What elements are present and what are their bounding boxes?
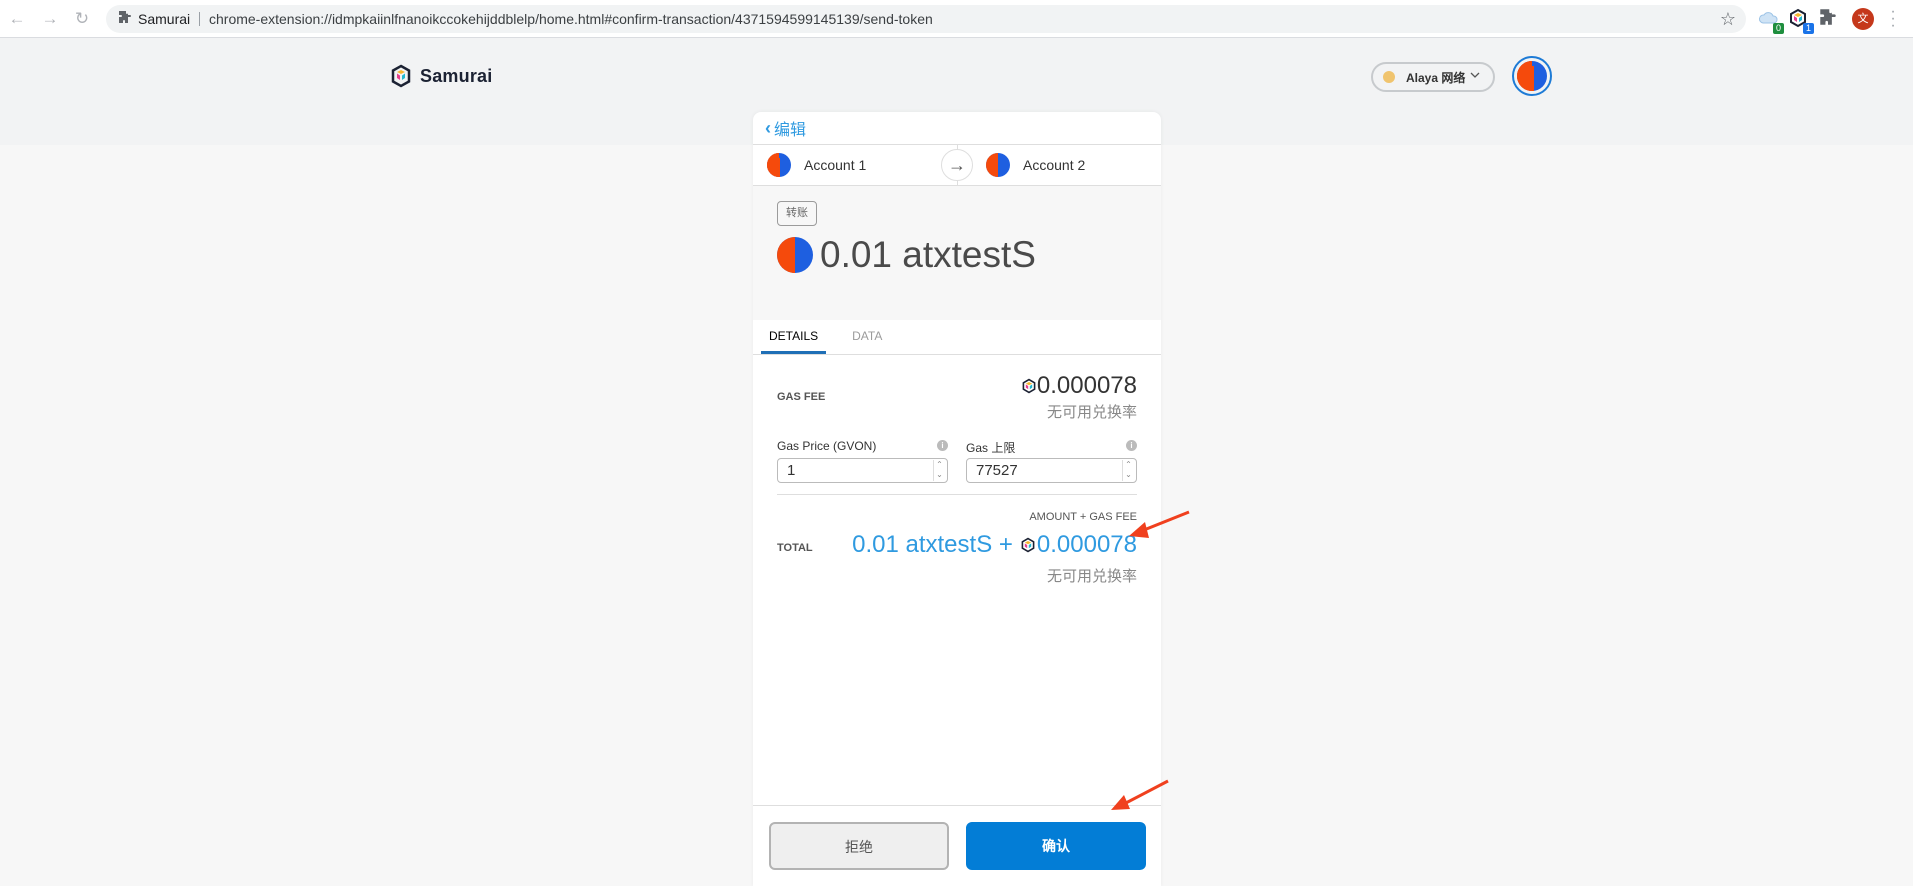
network-label: Alaya 网络 [1406, 70, 1466, 85]
gas-price-input[interactable] [778, 459, 918, 482]
amount-row: 0.01 atxtestS [777, 234, 1036, 276]
profile-avatar[interactable]: 文 [1852, 8, 1874, 30]
back-button[interactable]: ← [6, 8, 28, 30]
extension-badge: 1 [1803, 23, 1814, 34]
gas-price-label: Gas Price (GVON) [777, 439, 877, 453]
gas-limit-field: Gas 上限 i ⌃⌄ [966, 439, 1137, 483]
browser-toolbar: ← → ↻ Samurai chrome-extension://idmpkai… [0, 0, 1913, 38]
chevron-left-icon: ‹ [765, 117, 771, 138]
extensions-puzzle-icon[interactable] [1819, 8, 1841, 30]
app-logo[interactable]: Samurai [390, 63, 492, 89]
details-panel: GAS FEE 0.000078 无可用兑换率 Gas Price (GVON)… [753, 355, 1161, 595]
identicon-icon [986, 153, 1010, 177]
edit-label: 编辑 [774, 122, 807, 139]
browser-menu-icon[interactable]: · · · [1889, 4, 1897, 34]
total-conversion: 无可用兑换率 [1046, 568, 1137, 585]
samurai-token-icon [1021, 537, 1035, 553]
gas-price-field: Gas Price (GVON) i ⌃⌄ [777, 439, 948, 483]
arrow-right-icon: → [941, 149, 973, 181]
recipient-account[interactable]: Account 2 [986, 145, 1085, 185]
gas-limit-stepper[interactable]: ⌃ ⌄ [1122, 460, 1134, 481]
samurai-logo-icon [391, 64, 411, 88]
transfer-amount: 0.01 atxtestS [820, 234, 1036, 275]
extension-samurai-icon[interactable]: 1 [1788, 8, 1814, 34]
reject-button[interactable]: 拒绝 [769, 822, 949, 870]
samurai-token-icon [1022, 378, 1036, 394]
network-status-dot [1383, 71, 1395, 83]
forward-button[interactable]: → [39, 8, 61, 30]
sender-account-name: Account 1 [804, 157, 867, 173]
total-amount-part: 0.01 atxtestS + [852, 531, 1013, 558]
info-icon[interactable]: i [1126, 440, 1137, 451]
token-identicon-icon [777, 237, 813, 273]
gas-fee-amount: 0.000078 [1036, 372, 1137, 399]
transaction-summary: 转账 0.01 atxtestS [753, 186, 1161, 320]
transaction-type-tag: 转账 [777, 201, 817, 226]
tab-data[interactable]: DATA [844, 320, 890, 354]
total-label: TOTAL [777, 542, 813, 554]
confirm-button[interactable]: 确认 [966, 822, 1146, 870]
identicon-icon [1517, 61, 1547, 91]
tab-details[interactable]: DETAILS [761, 320, 827, 354]
network-selector[interactable]: Alaya 网络 [1371, 62, 1495, 92]
total-row: AMOUNT + GAS FEE TOTAL 0.01 atxtestS + 0… [777, 495, 1137, 595]
gas-price-stepper[interactable]: ⌃ ⌄ [933, 460, 945, 481]
gas-fee-label: GAS FEE [777, 391, 826, 403]
recipient-account-name: Account 2 [1023, 157, 1086, 173]
bookmark-star-icon[interactable]: ☆ [1720, 9, 1736, 29]
reload-button[interactable]: ↻ [71, 8, 93, 30]
sender-recipient-row: Account 1 → Account 2 [753, 145, 1161, 186]
gas-price-input-wrapper: ⌃⌄ [777, 458, 948, 483]
extension-badge: 0 [1773, 23, 1784, 34]
gas-limit-input-wrapper: ⌃⌄ [966, 458, 1137, 483]
gas-inputs-row: Gas Price (GVON) i ⌃⌄ Gas 上限 i ⌃⌄ [777, 427, 1137, 493]
chevron-down-icon [1469, 69, 1481, 84]
action-footer: 拒绝 确认 [753, 805, 1161, 886]
gas-limit-input[interactable] [967, 459, 1107, 482]
total-value: 0.01 atxtestS + 0.000078 [852, 531, 1137, 559]
gas-fee-row: GAS FEE 0.000078 无可用兑换率 [777, 355, 1137, 427]
total-fee-part: 0.000078 [1036, 531, 1137, 558]
puzzle-icon [116, 10, 134, 28]
account-menu-avatar[interactable] [1512, 56, 1552, 96]
details-tabs: DETAILS DATA [753, 320, 1161, 355]
edit-button[interactable]: ‹ 编辑 [753, 112, 1161, 145]
omnibox-separator [199, 12, 200, 26]
total-hint: AMOUNT + GAS FEE [1029, 511, 1137, 523]
gas-fee-value: 0.000078 [1021, 372, 1137, 400]
extension-cloud-icon[interactable]: 0 [1758, 8, 1784, 34]
identicon-icon [767, 153, 791, 177]
app-name: Samurai [420, 65, 493, 86]
url-text[interactable]: chrome-extension://idmpkaiinlfnanoikccok… [209, 5, 933, 33]
sender-account[interactable]: Account 1 [767, 145, 866, 185]
gas-fee-conversion: 无可用兑换率 [1046, 404, 1137, 421]
confirm-transaction-card: ‹ 编辑 Account 1 → Account 2 转账 0.01 atxte… [753, 112, 1161, 886]
info-icon[interactable]: i [937, 440, 948, 451]
address-bar[interactable]: Samurai chrome-extension://idmpkaiinlfna… [106, 5, 1746, 33]
site-name: Samurai [138, 11, 191, 27]
gas-limit-label: Gas 上限 [966, 441, 1016, 455]
